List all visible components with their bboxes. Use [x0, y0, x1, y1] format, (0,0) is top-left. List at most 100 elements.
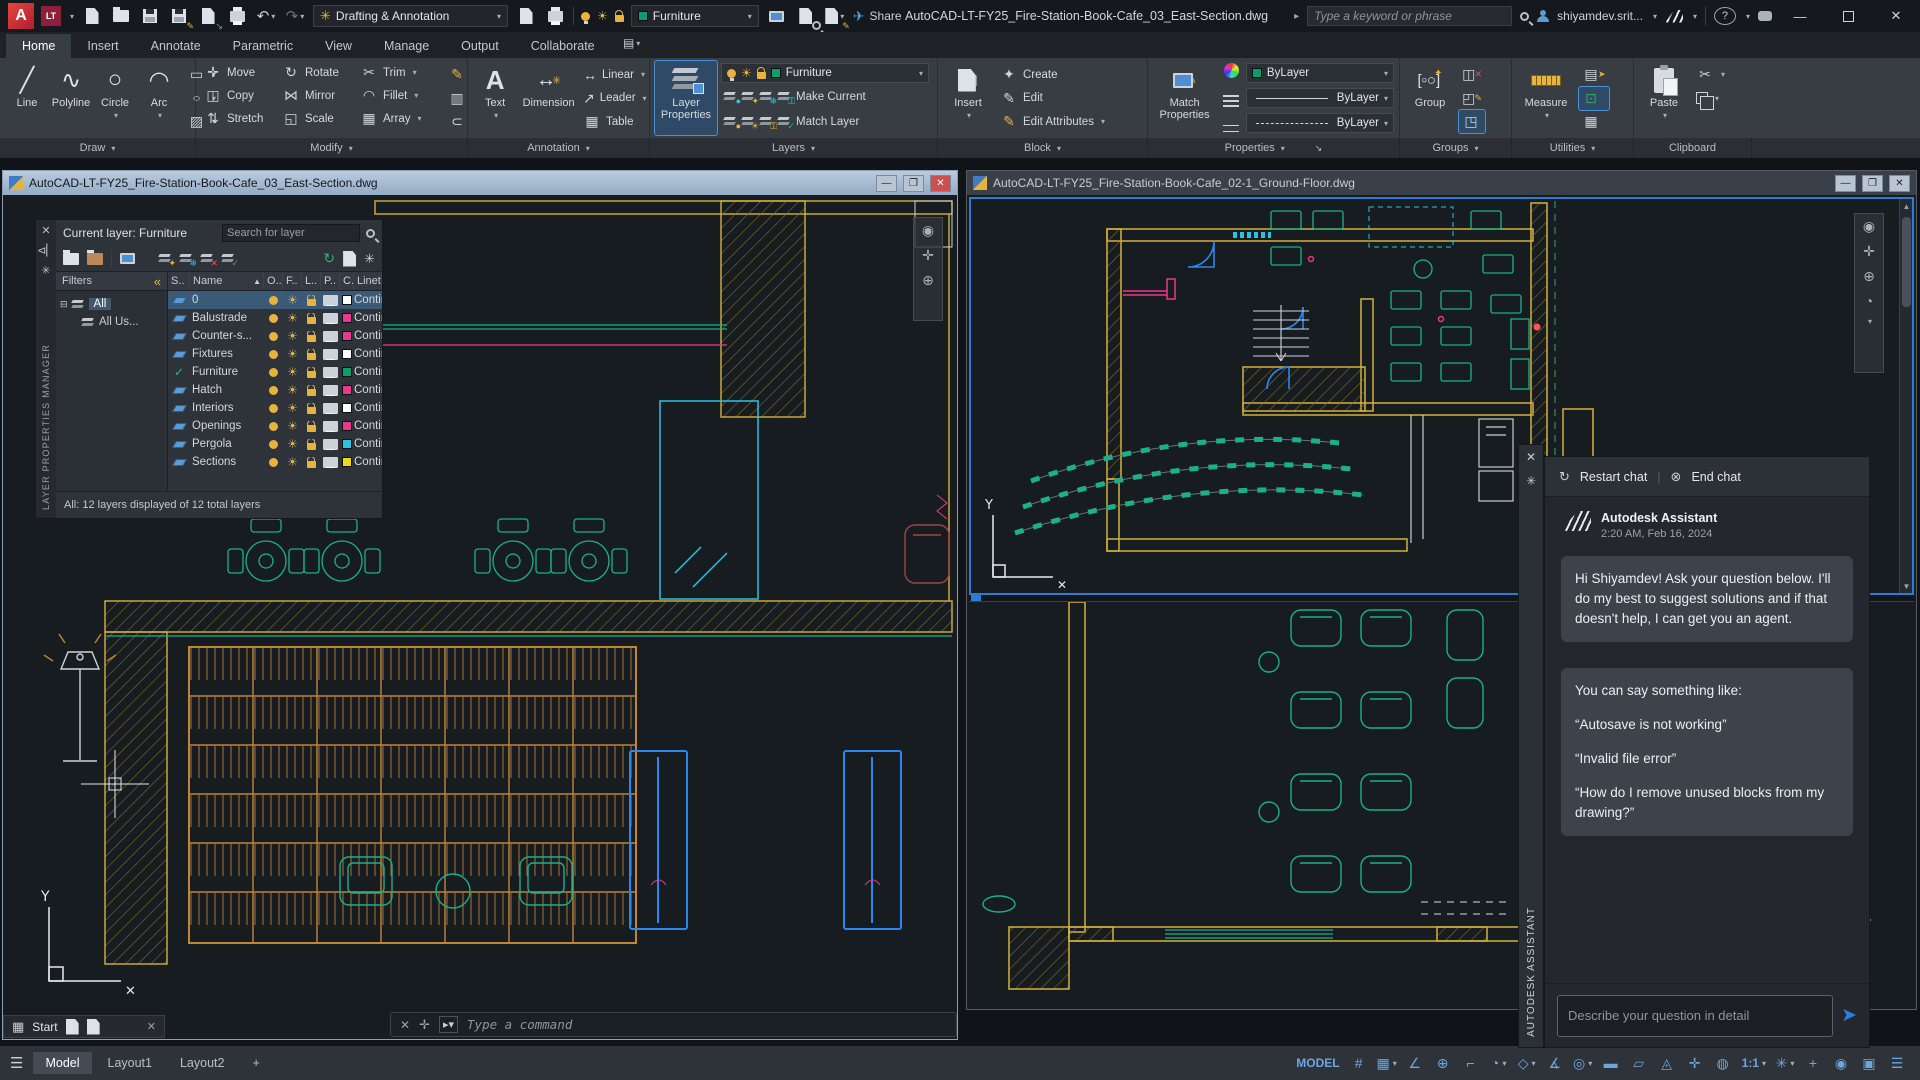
start-tab[interactable]: Start — [32, 1020, 57, 1034]
make-current-button[interactable]: ● ✦ ❄ ⚿ Make Current — [721, 85, 929, 108]
window-minimize-button[interactable]: — — [1835, 175, 1856, 192]
command-wrench-icon[interactable]: ✛ — [419, 1017, 430, 1033]
filter-all-used[interactable]: All Us... — [60, 313, 163, 331]
layer-lock-icon[interactable] — [307, 407, 316, 414]
help-search-input[interactable] — [1307, 6, 1512, 26]
layer-lock-icon[interactable] — [307, 353, 316, 360]
layer-on-icon[interactable] — [269, 332, 278, 341]
layer-freeze-icon[interactable]: ☀ — [287, 384, 298, 396]
window-titlebar[interactable]: AutoCAD-LT-FY25_Fire-Station-Book-Cafe_0… — [967, 171, 1916, 195]
close-tab-icon[interactable]: ✕ — [147, 1020, 156, 1033]
create-button[interactable]: ✦Create — [997, 63, 1137, 86]
mirror-button[interactable]: ⋈Mirror — [279, 84, 355, 107]
window-minimize-button[interactable]: — — [876, 175, 897, 192]
layer-plot-icon[interactable] — [323, 331, 338, 342]
layer-freeze-icon[interactable]: ☀ — [287, 420, 298, 432]
dimension-button[interactable]: ↔✳ Dimension — [521, 61, 576, 135]
edit-drawing-button[interactable]: ✎▾ — [824, 4, 846, 28]
navbar-more-icon[interactable]: ▾ — [1868, 317, 1872, 326]
layer-linetype[interactable]: Contin... — [354, 420, 382, 432]
customization-button[interactable]: ☰ — [1884, 1051, 1910, 1075]
layer-unlock-icon[interactable] — [615, 15, 624, 22]
lineweight-icon[interactable] — [1223, 95, 1239, 107]
column-header-p[interactable]: P.. — [321, 272, 340, 290]
viewport-navbar[interactable]: ◉ ✛ ⊕ ◔ ▾ — [1854, 213, 1884, 373]
autoscale-button[interactable]: ◍ — [1710, 1051, 1736, 1075]
group-selection-toggle[interactable]: ◳ — [1459, 110, 1485, 133]
sheet-set-button[interactable] — [515, 4, 537, 28]
workspace-switching-button[interactable]: ✳▾ — [1772, 1051, 1798, 1075]
selection-cycling-button[interactable]: ◬ — [1654, 1051, 1680, 1075]
new-group-filter-icon[interactable] — [87, 253, 103, 265]
table-button[interactable]: ▦Table — [580, 110, 644, 133]
column-header-s[interactable]: S.. — [168, 272, 190, 290]
file-tabs-menu-icon[interactable]: ▦ — [12, 1019, 24, 1035]
layer-plot-icon[interactable] — [323, 403, 338, 414]
column-header-f[interactable]: F.. — [283, 272, 302, 290]
layer-lock-icon[interactable] — [307, 443, 316, 450]
layer-plot-icon[interactable] — [323, 313, 338, 324]
window-restore-button[interactable]: ❐ — [903, 175, 924, 192]
command-recent-icon[interactable]: ▸▾ — [439, 1016, 458, 1033]
panel-label-modify[interactable]: Modify▾ — [196, 138, 468, 158]
quick-calc-button[interactable]: ▦ — [1579, 110, 1609, 133]
layer-color-swatch[interactable] — [342, 313, 352, 323]
end-chat-icon[interactable]: ⊗ — [1671, 469, 1682, 485]
lineweight-button[interactable]: ▬ — [1598, 1051, 1624, 1075]
column-header-name[interactable]: Name ▲ — [190, 272, 264, 290]
panel-label-groups[interactable]: Groups▾ — [1400, 138, 1512, 158]
panel-label-properties[interactable]: Properties▾↘ — [1148, 138, 1400, 158]
copy-clip-button[interactable]: ▾ — [1693, 87, 1733, 110]
isometric-drafting-button[interactable]: ◇▾ — [1514, 1051, 1540, 1075]
layer-color-swatch[interactable] — [342, 349, 352, 359]
search-expand-icon[interactable]: ▸ — [1294, 11, 1299, 22]
match-layer-button[interactable]: ● ☀ ⚿ ✓ Match Layer — [721, 110, 929, 133]
model-tab[interactable]: Model — [33, 1052, 91, 1074]
layer-properties-button[interactable]: Layer Properties — [655, 61, 717, 135]
assistant-question-input[interactable] — [1557, 995, 1833, 1037]
layer-row-furniture[interactable]: ✓Furniture☀Contin... — [168, 363, 382, 381]
copy-button[interactable]: ◫Copy — [201, 84, 277, 107]
layer-on-icon[interactable] — [269, 296, 278, 305]
layer-linetype[interactable]: Contin... — [354, 294, 382, 306]
layer-row-balustrade[interactable]: Balustrade☀Contin... — [168, 309, 382, 327]
filter-all[interactable]: ⊟ All — [60, 295, 163, 313]
new-layout-button[interactable]: + — [240, 1052, 271, 1074]
infer-constraints-button[interactable]: ∠ — [1402, 1051, 1428, 1075]
layer-lock-icon[interactable] — [307, 335, 316, 342]
move-button[interactable]: ✛Move — [201, 61, 277, 84]
ungroup-button[interactable]: ◫✕ — [1459, 63, 1485, 86]
layer-on-icon[interactable] — [269, 458, 278, 467]
layer-on-icon[interactable] — [269, 350, 278, 359]
layer-linetype[interactable]: Contin... — [354, 366, 382, 378]
set-current-icon[interactable]: ✓ — [222, 253, 235, 264]
save-as-button[interactable]: ✎ — [168, 4, 190, 28]
layer-color-swatch[interactable] — [342, 439, 352, 449]
layer-on-icon[interactable] — [269, 368, 278, 377]
suggestion-2[interactable]: “Invalid file error” — [1575, 749, 1839, 769]
layer-thaw-icon[interactable]: ☀ — [597, 10, 608, 22]
panel-label-utilities[interactable]: Utilities▾ — [1512, 138, 1634, 158]
group-edit-button[interactable]: ◰✎ — [1459, 87, 1485, 110]
layer-linetype[interactable]: Contin... — [354, 438, 382, 450]
layer-row-fixtures[interactable]: Fixtures☀Contin... — [168, 345, 382, 363]
layer-row-openings[interactable]: Openings☀Contin... — [168, 417, 382, 435]
layer-lock-icon[interactable] — [307, 371, 316, 378]
insert-button[interactable]: ▣ Insert▾ — [943, 61, 993, 135]
column-header-linety[interactable]: Linety — [354, 272, 382, 290]
layer-plot-icon[interactable] — [323, 295, 338, 306]
trim-button[interactable]: ✂Trim▾ — [357, 61, 441, 84]
command-line[interactable]: ✕ ✛ ▸▾ Type a command — [390, 1012, 957, 1037]
annotation-scale-button[interactable]: 1:1▾ — [1738, 1051, 1770, 1075]
cut-button[interactable]: ✂▾ — [1693, 63, 1733, 86]
assistant-settings-icon[interactable]: ✳ — [1526, 474, 1536, 488]
snap-mode-button[interactable]: ▦▾ — [1374, 1051, 1400, 1075]
fillet-button[interactable]: ◠Fillet▾ — [357, 84, 441, 107]
scroll-down-icon[interactable]: ▼ — [1900, 579, 1913, 593]
scroll-up-icon[interactable]: ▲ — [1900, 199, 1913, 213]
viewport-navbar[interactable]: ◉ ✛ ⊕ — [913, 217, 943, 321]
layer-row-sections[interactable]: Sections☀Contin... — [168, 453, 382, 471]
rotate-button[interactable]: ↻Rotate — [279, 61, 355, 84]
lineweight-dropdown[interactable]: ByLayer▾ — [1246, 88, 1394, 108]
delete-layer-icon[interactable]: ✕ — [201, 253, 214, 264]
